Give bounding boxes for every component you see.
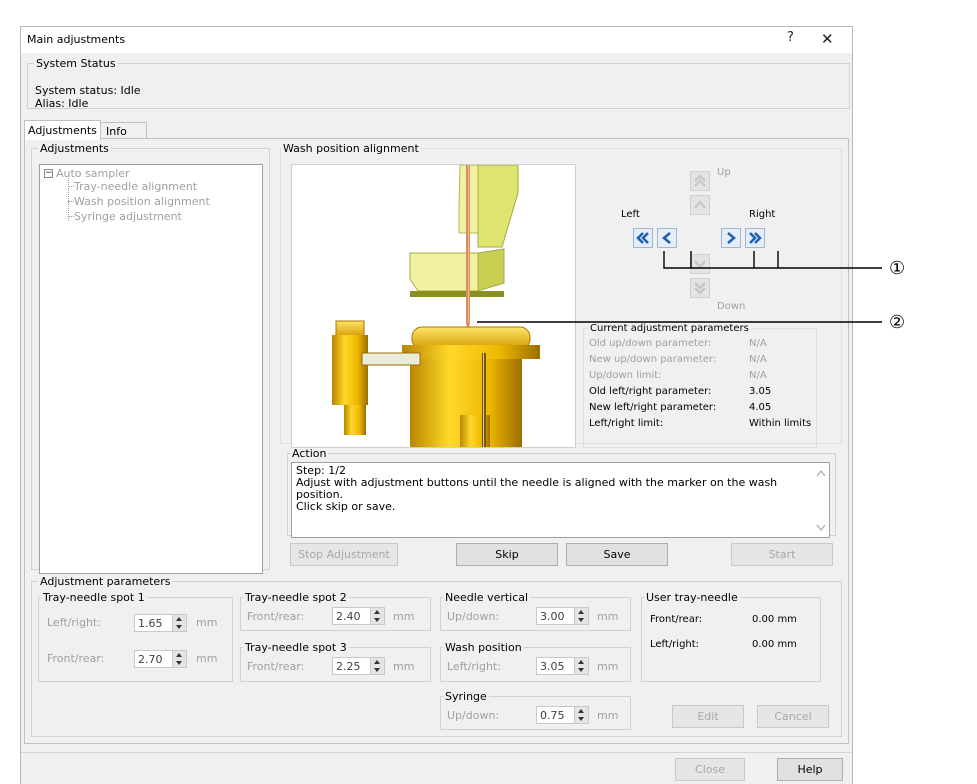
callout-number-1: ① bbox=[889, 258, 906, 279]
callout-line-1a bbox=[663, 251, 882, 269]
callout-lines bbox=[477, 251, 882, 323]
tab-adjustments-label: Adjustments bbox=[28, 124, 97, 137]
callout-number-2: ② bbox=[889, 312, 906, 333]
tab-adjustments[interactable]: Adjustments bbox=[24, 120, 101, 140]
